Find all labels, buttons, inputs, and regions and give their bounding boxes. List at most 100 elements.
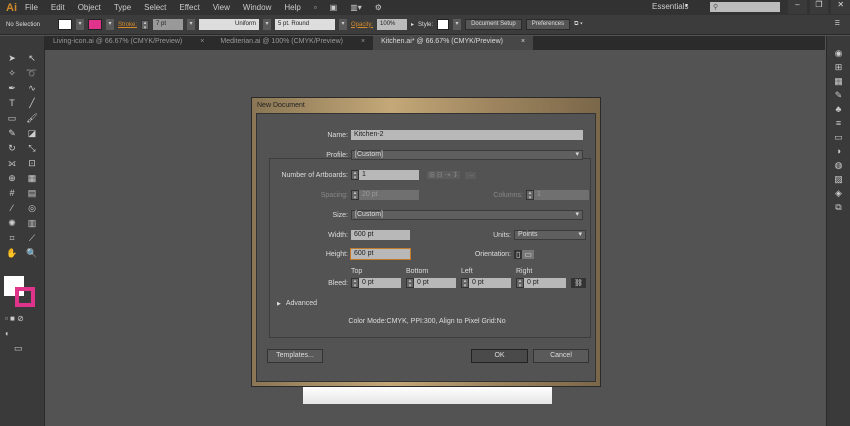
restore-button[interactable]: ❐ [809,0,829,14]
scale-tool-icon[interactable]: ⤡ [22,142,42,154]
cancel-button[interactable]: Cancel [533,349,589,363]
stroke-color-swatch[interactable] [15,287,35,307]
height-input[interactable]: 600 pt [350,248,411,260]
tab-living-icon[interactable]: Living-icon.ai @ 66.67% (CMYK/Preview) × [45,36,212,50]
shape-builder-tool-icon[interactable]: ⊕ [2,172,22,184]
hand-tool-icon[interactable]: ✋ [2,247,22,259]
stroke-stepper[interactable]: ▴ ▾ [141,19,150,30]
fill-dropdown[interactable]: ▾ [76,19,84,30]
tab-kitchen[interactable]: Kitchen.ai* @ 66.67% (CMYK/Preview) × [373,36,534,50]
gradient-panel-icon[interactable]: ▭ [827,130,850,144]
artboards-input[interactable]: 1 [359,170,419,180]
color-panel-icon[interactable]: ◉ [827,46,850,60]
magic-wand-tool-icon[interactable]: ✧ [2,67,22,79]
profile-select[interactable]: [Custom] ▾ [351,150,583,160]
menu-help[interactable]: Help [284,3,300,12]
menu-type[interactable]: Type [114,3,131,12]
selection-tool-icon[interactable]: ➤ [2,52,22,64]
stroke-dropdown[interactable]: ▾ [106,19,114,30]
spacing-stepper[interactable]: ▴ ▾ [351,190,359,201]
brushes-panel-icon[interactable]: ✎ [827,88,850,102]
preferences-button[interactable]: Preferences [525,19,571,30]
opacity-input[interactable]: 100% [377,19,408,30]
search-input[interactable]: ⚲ [710,2,780,12]
bleed-bottom-stepper[interactable]: ▴ ▾ [406,278,414,289]
stock-icon[interactable]: ▣ [330,3,338,12]
menu-select[interactable]: Select [144,3,166,12]
chevron-down-icon[interactable]: ▾ [685,2,688,9]
templates-button[interactable]: Templates... [267,349,323,363]
profile-dropdown[interactable]: ▾ [263,19,272,30]
gradient-tool-icon[interactable]: ▤ [22,187,42,199]
symbol-sprayer-tool-icon[interactable]: ✺ [2,217,22,229]
stroke-panel-icon[interactable]: ≡ [827,116,850,130]
brush-dropdown[interactable]: ▾ [339,19,348,30]
slice-tool-icon[interactable]: ⟋ [22,232,42,244]
eraser-tool-icon[interactable]: ◪ [22,127,42,139]
width-input[interactable]: 600 pt [351,230,410,240]
variable-width-profile[interactable]: Uniform [199,19,260,30]
minimize-button[interactable]: – [788,0,807,14]
appearance-panel-icon[interactable]: ◍ [827,158,850,172]
document-setup-button[interactable]: Document Setup [465,19,522,30]
tab-mediterian[interactable]: Mediterian.ai @ 100% (CMYK/Preview) × [212,36,373,50]
arrange-direction-icon[interactable]: → [465,171,477,179]
gpu-icon[interactable]: ⚙ [375,3,382,12]
close-button[interactable]: ✕ [831,0,850,14]
mesh-tool-icon[interactable]: # [2,187,22,199]
landscape-orientation-button[interactable]: ▭ [522,249,534,259]
opacity-arrow-icon[interactable]: ▸ [411,21,414,28]
layers-panel-icon[interactable]: ◈ [827,186,850,200]
arrange-icon[interactable]: ⧉ ▾ [574,21,582,28]
bridge-icon[interactable]: ▫ [314,3,317,12]
bleed-left-stepper[interactable]: ▴ ▾ [461,278,469,289]
width-tool-icon[interactable]: ⟗ [2,157,22,169]
color-mode-icons[interactable]: ▫ ■ ⊘ [5,314,24,323]
free-transform-tool-icon[interactable]: ⊡ [22,157,42,169]
symbols-panel-icon[interactable]: ♣ [827,102,850,116]
bleed-left-input[interactable]: 0 pt [469,278,511,288]
drawing-mode-icon[interactable]: ◐ [5,329,10,338]
fill-swatch[interactable] [58,19,72,30]
artboards-stepper[interactable]: ▴ ▾ [351,170,359,181]
bleed-top-input[interactable]: 0 pt [359,278,401,288]
units-select[interactable]: Points ▾ [514,230,586,240]
stroke-weight-input[interactable]: 7 pt [153,19,184,30]
ok-button[interactable]: OK [471,349,528,363]
eyedropper-tool-icon[interactable]: ⁄ [2,202,22,214]
menu-view[interactable]: View [213,3,230,12]
paintbrush-tool-icon[interactable]: 🖌 [22,112,42,124]
disclosure-triangle-icon[interactable]: ▶ [277,301,281,307]
spacing-input[interactable]: 20 pt [359,190,419,200]
swatches-panel-icon[interactable]: ▦ [827,74,850,88]
zoom-tool-icon[interactable]: 🔍 [22,247,42,259]
bleed-top-stepper[interactable]: ▴ ▾ [351,278,359,289]
workspace-switcher[interactable]: Essentials [652,2,688,11]
close-icon[interactable]: × [200,38,204,48]
bleed-right-input[interactable]: 0 pt [524,278,566,288]
bleed-right-stepper[interactable]: ▴ ▾ [516,278,524,289]
lasso-tool-icon[interactable]: ➰ [22,67,42,79]
menu-object[interactable]: Object [78,3,101,12]
graphic-styles-icon[interactable]: ▨ [827,172,850,186]
portrait-orientation-button[interactable]: ▯ [514,249,523,259]
style-dropdown[interactable]: ▾ [453,19,462,30]
stroke-weight-dropdown[interactable]: ▾ [187,19,196,30]
column-graph-tool-icon[interactable]: ▥ [22,217,42,229]
curvature-tool-icon[interactable]: ∿ [22,82,42,94]
menu-window[interactable]: Window [243,3,271,12]
bleed-bottom-input[interactable]: 0 pt [414,278,456,288]
artboards-panel-icon[interactable]: ⧉ [827,200,850,214]
pen-tool-icon[interactable]: ✒ [2,82,22,94]
columns-input[interactable]: 1 [534,190,589,200]
size-select[interactable]: [Custom] ▾ [351,210,583,220]
direct-selection-tool-icon[interactable]: ↖ [22,52,42,64]
transparency-panel-icon[interactable]: ◑ [827,144,850,158]
advanced-toggle[interactable]: Advanced [286,300,317,307]
opacity-label[interactable]: Opacity: [351,22,373,28]
style-swatch[interactable] [437,19,450,30]
close-icon[interactable]: × [521,38,525,48]
screen-mode-icon[interactable]: ▭ [14,343,23,354]
link-bleed-icon[interactable]: ⛓ [571,278,586,288]
rectangle-tool-icon[interactable]: ▭ [2,112,22,124]
